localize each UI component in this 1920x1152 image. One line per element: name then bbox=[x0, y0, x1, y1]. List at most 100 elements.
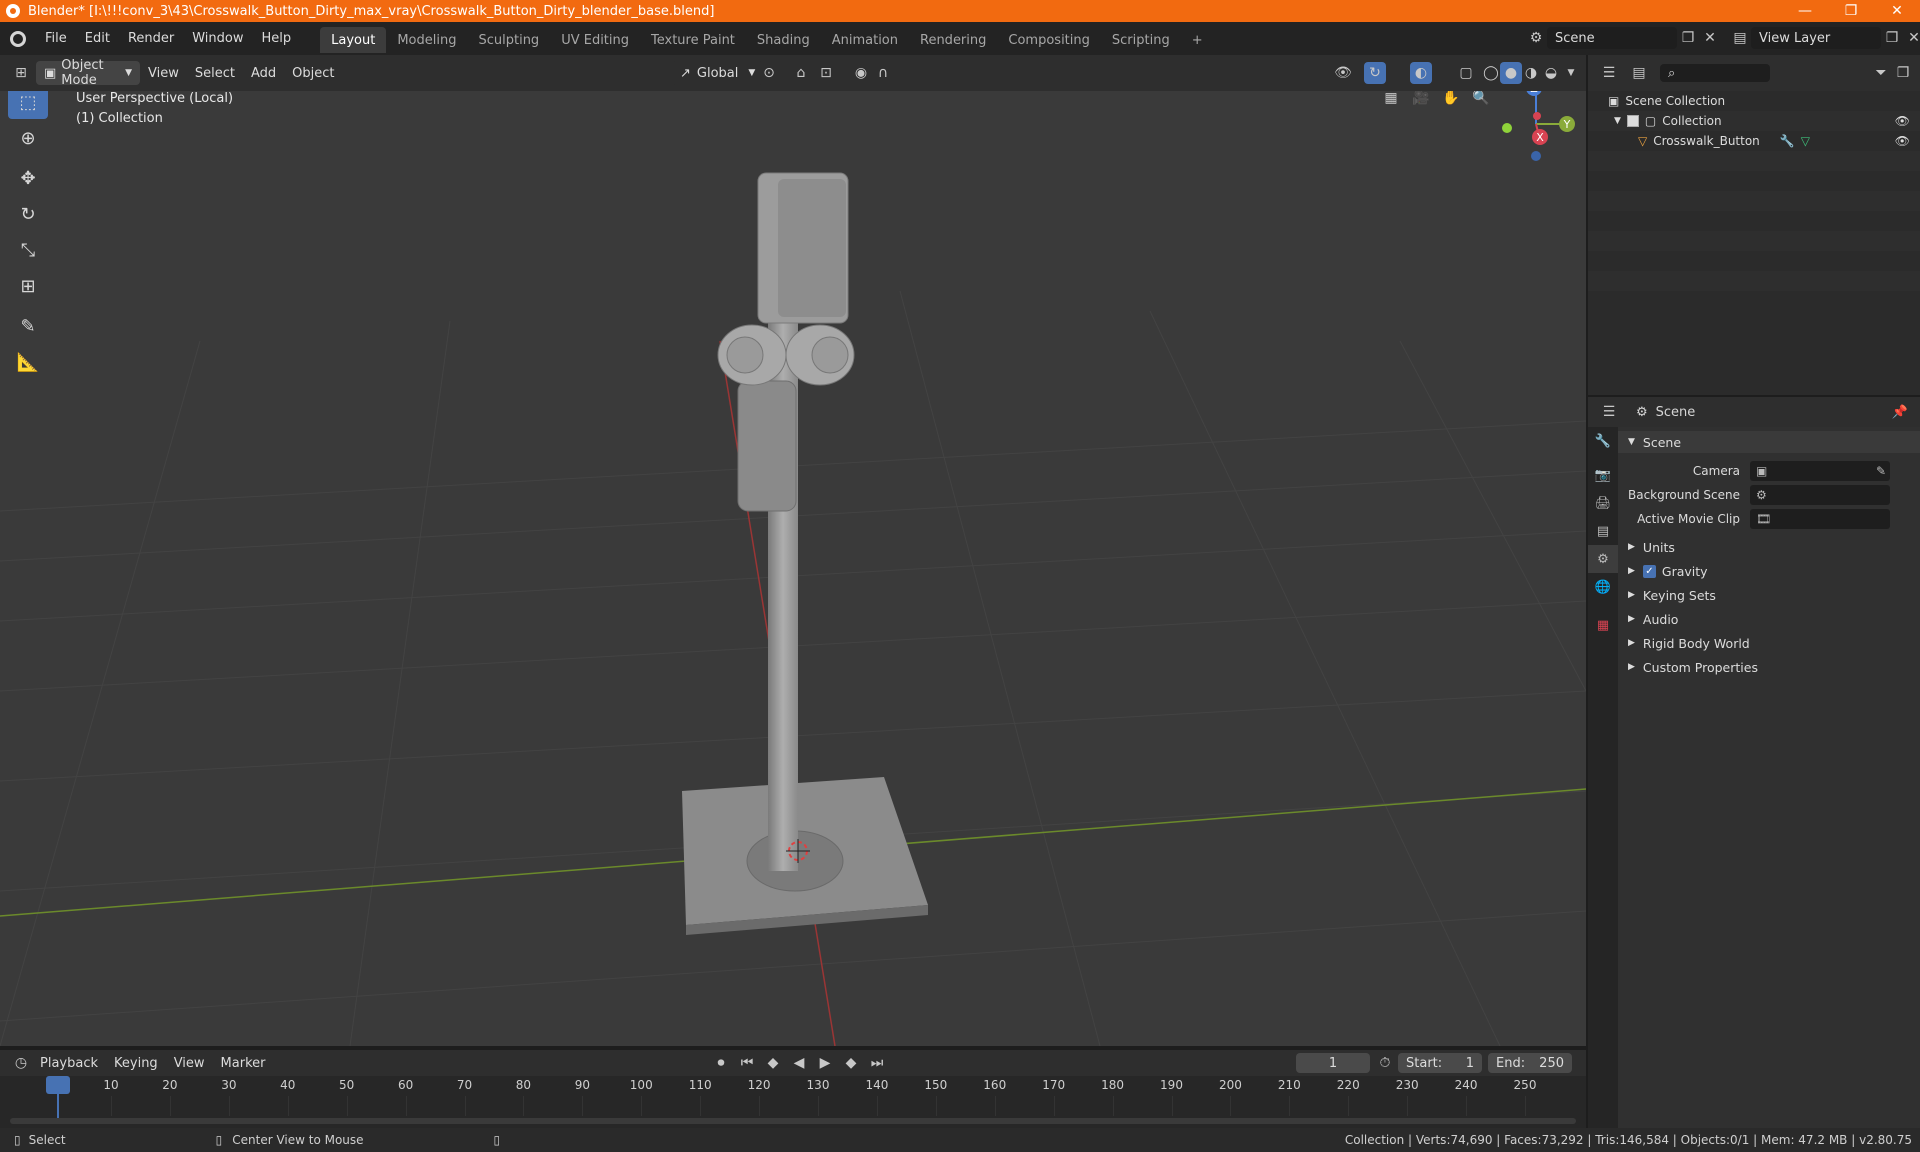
annotate-tool-icon[interactable]: ✎ bbox=[8, 309, 48, 343]
object-menu[interactable]: Object bbox=[284, 66, 342, 81]
tab-sculpting[interactable]: Sculpting bbox=[467, 27, 550, 53]
pivot-icon[interactable]: ⊙ bbox=[758, 62, 780, 84]
modifier-wrench-icon[interactable]: 🔧 bbox=[1780, 134, 1795, 148]
display-mode-icon[interactable]: ▤ bbox=[1628, 62, 1650, 84]
movie-clip-field[interactable]: 🎞 bbox=[1750, 509, 1890, 529]
crosswalk-button-model[interactable] bbox=[682, 172, 928, 935]
timeline-view-menu[interactable]: View bbox=[166, 1056, 213, 1071]
view-layer-tab-icon[interactable]: ▤ bbox=[1588, 517, 1618, 545]
timeline-area[interactable]: 1102030405060708090100110120130140150160… bbox=[0, 1076, 1586, 1128]
3d-viewport[interactable]: Z Y X User Perspective (Local) (1) Colle… bbox=[0, 91, 1586, 1046]
rotate-tool-icon[interactable]: ↻ bbox=[8, 197, 48, 231]
world-tab-icon[interactable]: 🌐 bbox=[1588, 573, 1618, 601]
menu-edit[interactable]: Edit bbox=[76, 22, 119, 55]
keying-sets-panel-header[interactable]: ▶ Keying Sets bbox=[1618, 583, 1920, 607]
visibility-icon[interactable]: 👁 bbox=[1332, 62, 1354, 84]
snap-target-icon[interactable]: ⊡ bbox=[815, 62, 837, 84]
measure-tool-icon[interactable]: 📐 bbox=[8, 345, 48, 379]
tab-texture-paint[interactable]: Texture Paint bbox=[640, 27, 746, 53]
delete-scene-icon[interactable]: ✕ bbox=[1699, 27, 1721, 49]
maximize-button[interactable]: ❐ bbox=[1828, 0, 1874, 22]
cursor-tool-icon[interactable]: ⊕ bbox=[8, 121, 48, 155]
new-view-layer-icon[interactable]: ❐ bbox=[1881, 27, 1903, 49]
move-tool-icon[interactable]: ✥ bbox=[8, 161, 48, 195]
select-menu[interactable]: Select bbox=[187, 66, 243, 81]
scene-tab-icon[interactable]: ⚙ bbox=[1588, 545, 1618, 573]
start-frame-field[interactable]: Start: 1 bbox=[1398, 1053, 1482, 1073]
render-tab-icon[interactable]: 📷 bbox=[1588, 461, 1618, 489]
custom-props-panel-header[interactable]: ▶ Custom Properties bbox=[1618, 655, 1920, 679]
texture-tab-icon[interactable]: ▦ bbox=[1588, 611, 1618, 639]
audio-panel-header[interactable]: ▶ Audio bbox=[1618, 607, 1920, 631]
scene-field[interactable]: Scene bbox=[1547, 27, 1677, 49]
navigation-gizmo[interactable]: Z Y X bbox=[1502, 91, 1575, 161]
new-collection-icon[interactable]: ❐ bbox=[1892, 62, 1914, 84]
view-layer-field[interactable]: View Layer bbox=[1751, 27, 1881, 49]
zoom-icon[interactable]: 🔍 bbox=[1470, 91, 1492, 109]
expand-arrow-icon[interactable]: ▼ bbox=[1614, 116, 1621, 126]
marker-menu[interactable]: Marker bbox=[213, 1056, 274, 1071]
background-scene-field[interactable]: ⚙ bbox=[1750, 485, 1890, 505]
grid-view-icon[interactable]: ▦ bbox=[1380, 91, 1402, 109]
falloff-icon[interactable]: ∩ bbox=[872, 62, 894, 84]
mesh-data-icon[interactable]: ▽ bbox=[1801, 134, 1810, 148]
outliner-row-scene-collection[interactable]: ▣ Scene Collection bbox=[1588, 91, 1920, 111]
output-tab-icon[interactable]: 🖨 bbox=[1588, 489, 1618, 517]
blender-menu-icon[interactable] bbox=[10, 30, 26, 47]
tab-scripting[interactable]: Scripting bbox=[1101, 27, 1181, 53]
gravity-checkbox[interactable]: ✓ bbox=[1642, 564, 1656, 578]
tab-animation[interactable]: Animation bbox=[821, 27, 909, 53]
visibility-eye-icon[interactable]: 👁 bbox=[1895, 114, 1910, 128]
timeline-scrollbar[interactable] bbox=[10, 1118, 1576, 1124]
scene-icon[interactable]: ⚙ bbox=[1525, 27, 1547, 49]
properties-editor-icon[interactable]: ☰ bbox=[1598, 401, 1620, 423]
camera-view-icon[interactable]: 🎥 bbox=[1410, 91, 1432, 109]
menu-file[interactable]: File bbox=[36, 22, 76, 55]
solid-shading-icon[interactable]: ● bbox=[1500, 62, 1522, 84]
add-menu[interactable]: Add bbox=[243, 66, 284, 81]
menu-window[interactable]: Window bbox=[183, 22, 252, 55]
rendered-shading-icon[interactable]: ◒ bbox=[1540, 62, 1562, 84]
playhead[interactable] bbox=[46, 1076, 70, 1094]
playback-menu[interactable]: Playback bbox=[32, 1056, 106, 1071]
outliner-editor-icon[interactable]: ☰ bbox=[1598, 62, 1620, 84]
wireframe-shading-icon[interactable]: ◯ bbox=[1480, 62, 1502, 84]
record-icon[interactable]: ⏺ bbox=[710, 1052, 732, 1074]
menu-help[interactable]: Help bbox=[253, 22, 301, 55]
gravity-panel-header[interactable]: ▶ ✓ Gravity bbox=[1618, 559, 1920, 583]
tab-layout[interactable]: Layout bbox=[320, 27, 387, 53]
xray-icon[interactable]: ▢ bbox=[1455, 62, 1477, 84]
filter-icon[interactable]: ⏷ bbox=[1870, 62, 1892, 84]
editor-type-icon[interactable]: ⊞ bbox=[10, 62, 32, 84]
close-button[interactable]: ✕ bbox=[1874, 0, 1920, 22]
transform-orientation-dropdown[interactable]: ↗ Global ▼ bbox=[672, 61, 764, 85]
keying-menu[interactable]: Keying bbox=[106, 1056, 166, 1071]
visibility-eye-icon[interactable]: 👁 bbox=[1895, 134, 1910, 148]
tab-compositing[interactable]: Compositing bbox=[997, 27, 1101, 53]
outliner-search-input[interactable]: ⌕ bbox=[1660, 64, 1770, 82]
pan-hand-icon[interactable]: ✋ bbox=[1440, 91, 1462, 109]
add-workspace-button[interactable]: + bbox=[1181, 27, 1214, 53]
jump-end-icon[interactable]: ⏭ bbox=[866, 1052, 888, 1074]
new-scene-icon[interactable]: ❐ bbox=[1677, 27, 1699, 49]
next-keyframe-icon[interactable]: ◆ bbox=[840, 1052, 862, 1074]
units-panel-header[interactable]: ▶ Units bbox=[1618, 535, 1920, 559]
snap-icon[interactable]: ⌂ bbox=[790, 62, 812, 84]
tab-uv-editing[interactable]: UV Editing bbox=[550, 27, 640, 53]
tab-rendering[interactable]: Rendering bbox=[909, 27, 997, 53]
outliner-row-crosswalk-button[interactable]: ▽ Crosswalk_Button 🔧 ▽ 👁 bbox=[1588, 131, 1920, 151]
timeline-editor-icon[interactable]: ◷ bbox=[10, 1052, 32, 1074]
tool-tab-icon[interactable]: 🔧 bbox=[1588, 427, 1618, 455]
gizmo-toggle-icon[interactable]: ↻ bbox=[1364, 62, 1386, 84]
preview-range-icon[interactable]: ⏱ bbox=[1374, 1052, 1396, 1074]
proportional-edit-icon[interactable]: ◉ bbox=[850, 62, 872, 84]
prev-keyframe-icon[interactable]: ◆ bbox=[762, 1052, 784, 1074]
scale-tool-icon[interactable]: ⤡ bbox=[8, 233, 48, 267]
menu-render[interactable]: Render bbox=[119, 22, 183, 55]
current-frame-field[interactable]: 1 bbox=[1296, 1053, 1370, 1073]
overlay-toggle-icon[interactable]: ◐ bbox=[1410, 62, 1432, 84]
camera-field[interactable]: ▣ ✎ bbox=[1750, 461, 1890, 481]
pin-icon[interactable]: 📌 bbox=[1892, 405, 1908, 420]
play-reverse-icon[interactable]: ◀ bbox=[788, 1052, 810, 1074]
shading-options-icon[interactable]: ▼ bbox=[1560, 62, 1582, 84]
